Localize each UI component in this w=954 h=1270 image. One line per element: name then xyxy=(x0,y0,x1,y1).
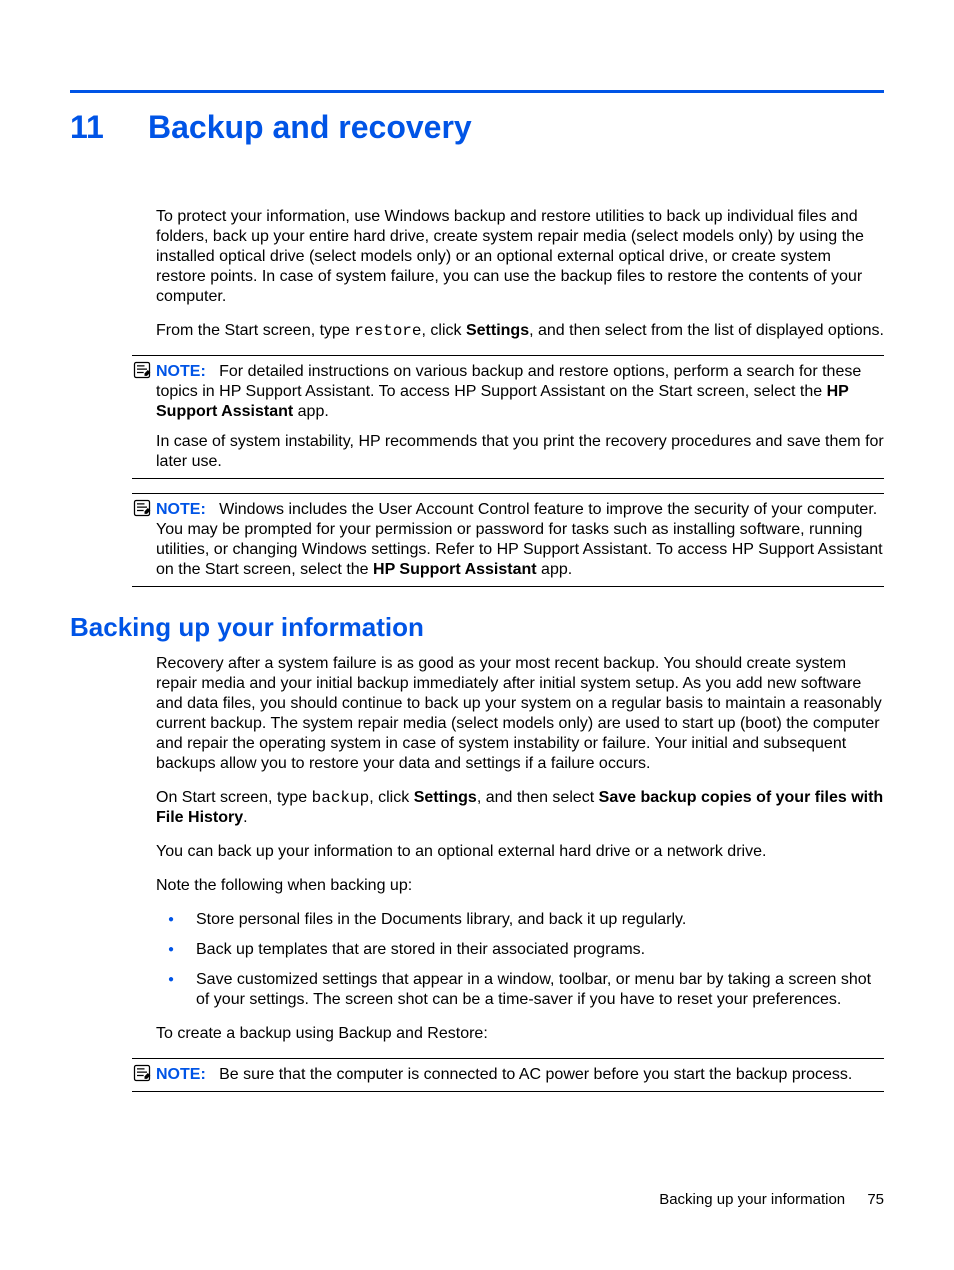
list-item: Back up templates that are stored in the… xyxy=(156,940,884,960)
section-p1: Recovery after a system failure is as go… xyxy=(156,654,884,774)
section-p4: Note the following when backing up: xyxy=(156,876,884,896)
page-footer: Backing up your information 75 xyxy=(659,1191,884,1210)
intro-block: To protect your information, use Windows… xyxy=(156,207,884,341)
chapter-number: 11 xyxy=(70,107,120,147)
section-p2: On Start screen, type backup, click Sett… xyxy=(156,788,884,828)
note-icon xyxy=(132,360,152,380)
note1-p2: In case of system instability, HP recomm… xyxy=(132,432,884,472)
note-icon xyxy=(132,498,152,518)
intro-paragraph-2: From the Start screen, type restore, cli… xyxy=(156,321,884,341)
section-heading: Backing up your information xyxy=(70,611,884,644)
top-rule xyxy=(70,90,884,93)
page-number: 75 xyxy=(867,1191,884,1208)
note-block-1: NOTE: For detailed instructions on vario… xyxy=(132,355,884,479)
chapter-heading: 11 Backup and recovery xyxy=(70,107,884,147)
footer-text: Backing up your information xyxy=(659,1191,845,1208)
section-p5: To create a backup using Backup and Rest… xyxy=(156,1024,884,1044)
code-restore: restore xyxy=(354,322,421,340)
intro-paragraph-1: To protect your information, use Windows… xyxy=(156,207,884,307)
list-item: Save customized settings that appear in … xyxy=(156,970,884,1010)
code-backup: backup xyxy=(312,789,370,807)
chapter-title: Backup and recovery xyxy=(148,107,472,147)
note1-p1: NOTE: For detailed instructions on vario… xyxy=(132,362,884,422)
note-icon xyxy=(132,1063,152,1083)
section-p3: You can back up your information to an o… xyxy=(156,842,884,862)
document-page: 11 Backup and recovery To protect your i… xyxy=(0,0,954,1270)
note-block-3: NOTE: Be sure that the computer is conne… xyxy=(132,1058,884,1092)
bullet-list: Store personal files in the Documents li… xyxy=(156,910,884,1010)
note2-p1: NOTE: Windows includes the User Account … xyxy=(132,500,884,580)
section-body: Recovery after a system failure is as go… xyxy=(156,654,884,1044)
note-block-2: NOTE: Windows includes the User Account … xyxy=(132,493,884,587)
list-item: Store personal files in the Documents li… xyxy=(156,910,884,930)
note3-p1: NOTE: Be sure that the computer is conne… xyxy=(132,1065,884,1085)
